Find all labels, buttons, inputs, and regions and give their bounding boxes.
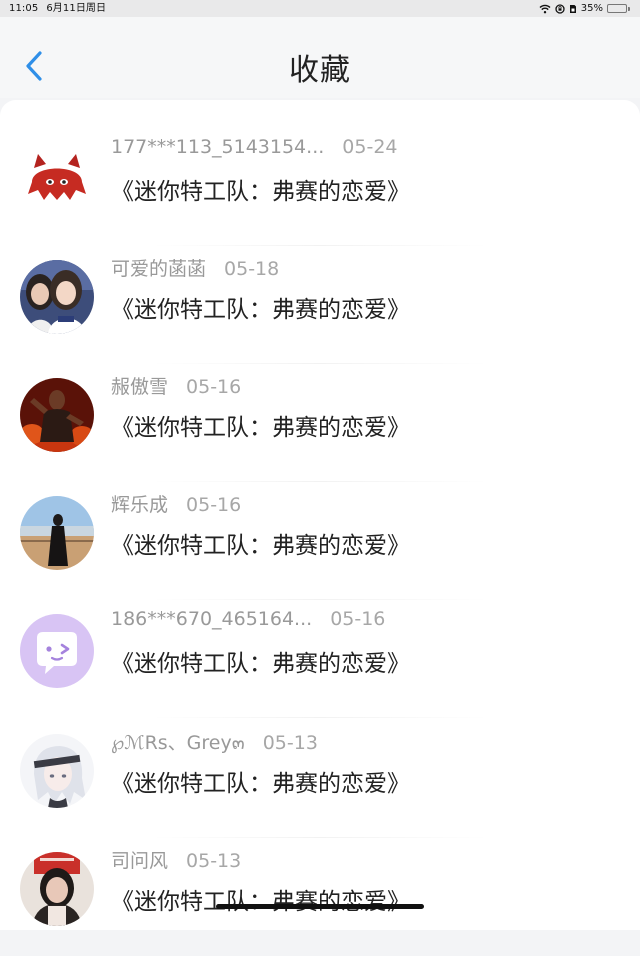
favorite-date: 05-18	[224, 258, 280, 280]
favorite-meta: 可爱的菡菡 05-18	[111, 254, 279, 281]
favorite-item[interactable]: 赧傲雪 05-16 《迷你特工队：弗赛的恋爱》	[0, 364, 640, 482]
favorite-item[interactable]: ℘ℳRs、Grey๓ 05-13 《迷你特工队：弗赛的恋爱》	[0, 720, 640, 838]
avatar	[20, 260, 94, 334]
favorite-item[interactable]: 辉乐成 05-16 《迷你特工队：弗赛的恋爱》	[0, 482, 640, 600]
sim-icon	[569, 4, 577, 14]
avatar	[20, 852, 94, 926]
favorite-meta: 司问风 05-13	[111, 846, 241, 873]
battery-percent: 35%	[580, 3, 603, 14]
battery-icon	[607, 4, 630, 13]
user-name: 辉乐成	[111, 494, 169, 516]
favorite-date: 05-24	[342, 136, 398, 158]
avatar	[20, 734, 94, 808]
favorite-item[interactable]: 司问风 05-13 《迷你特工队：弗赛的恋爱》	[0, 838, 640, 956]
favorite-date: 05-16	[186, 376, 242, 398]
favorite-item[interactable]: 可爱的菡菡 05-18 《迷你特工队：弗赛的恋爱》	[0, 246, 640, 364]
favorite-meta: 辉乐成 05-16	[111, 490, 241, 517]
user-name: 186***670_465164...	[111, 608, 313, 630]
favorite-title: 《迷你特工队：弗赛的恋爱》	[111, 889, 410, 915]
avatar	[20, 378, 94, 452]
favorite-meta: ℘ℳRs、Grey๓ 05-13	[111, 728, 318, 758]
status-time: 11:05	[9, 3, 39, 14]
lock-rotation-icon	[555, 3, 565, 14]
favorite-meta: 186***670_465164... 05-16	[111, 608, 385, 630]
status-left: 11:05 6月11日周日	[9, 0, 106, 17]
favorite-title: 《迷你特工队：弗赛的恋爱》	[111, 771, 410, 797]
avatar	[20, 496, 94, 570]
wifi-icon	[539, 4, 551, 14]
favorite-title: 《迷你特工队：弗赛的恋爱》	[111, 297, 410, 323]
status-date: 6月11日周日	[46, 3, 107, 14]
user-name: 177***113_5143154...	[111, 136, 325, 158]
favorite-date: 05-16	[186, 494, 242, 516]
favorite-title: 《迷你特工队：弗赛的恋爱》	[111, 651, 410, 677]
favorite-title: 《迷你特工队：弗赛的恋爱》	[111, 179, 410, 205]
favorite-date: 05-13	[262, 732, 318, 754]
favorite-meta: 赧傲雪 05-16	[111, 372, 241, 399]
favorites-list: 177***113_5143154... 05-24 《迷你特工队：弗赛的恋爱》 …	[0, 100, 640, 930]
favorite-title: 《迷你特工队：弗赛的恋爱》	[111, 415, 410, 441]
header: 收藏	[0, 17, 640, 98]
status-bar: 11:05 6月11日周日 35%	[0, 0, 640, 17]
user-name: ℘ℳRs、Grey๓	[111, 732, 245, 754]
avatar	[20, 142, 94, 216]
avatar	[20, 614, 94, 688]
divider	[150, 717, 490, 718]
home-indicator[interactable]	[216, 904, 424, 909]
favorite-title: 《迷你特工队：弗赛的恋爱》	[111, 533, 410, 559]
favorite-date: 05-13	[186, 850, 242, 872]
user-name: 可爱的菡菡	[111, 258, 207, 280]
user-name: 司问风	[111, 850, 169, 872]
page-title: 收藏	[289, 53, 351, 88]
user-name: 赧傲雪	[111, 376, 169, 398]
favorite-item[interactable]: 177***113_5143154... 05-24 《迷你特工队：弗赛的恋爱》	[0, 128, 640, 246]
status-right: 35%	[539, 0, 630, 17]
favorite-item[interactable]: 186***670_465164... 05-16 《迷你特工队：弗赛的恋爱》	[0, 600, 640, 718]
favorite-date: 05-16	[330, 608, 386, 630]
favorite-meta: 177***113_5143154... 05-24	[111, 136, 398, 158]
